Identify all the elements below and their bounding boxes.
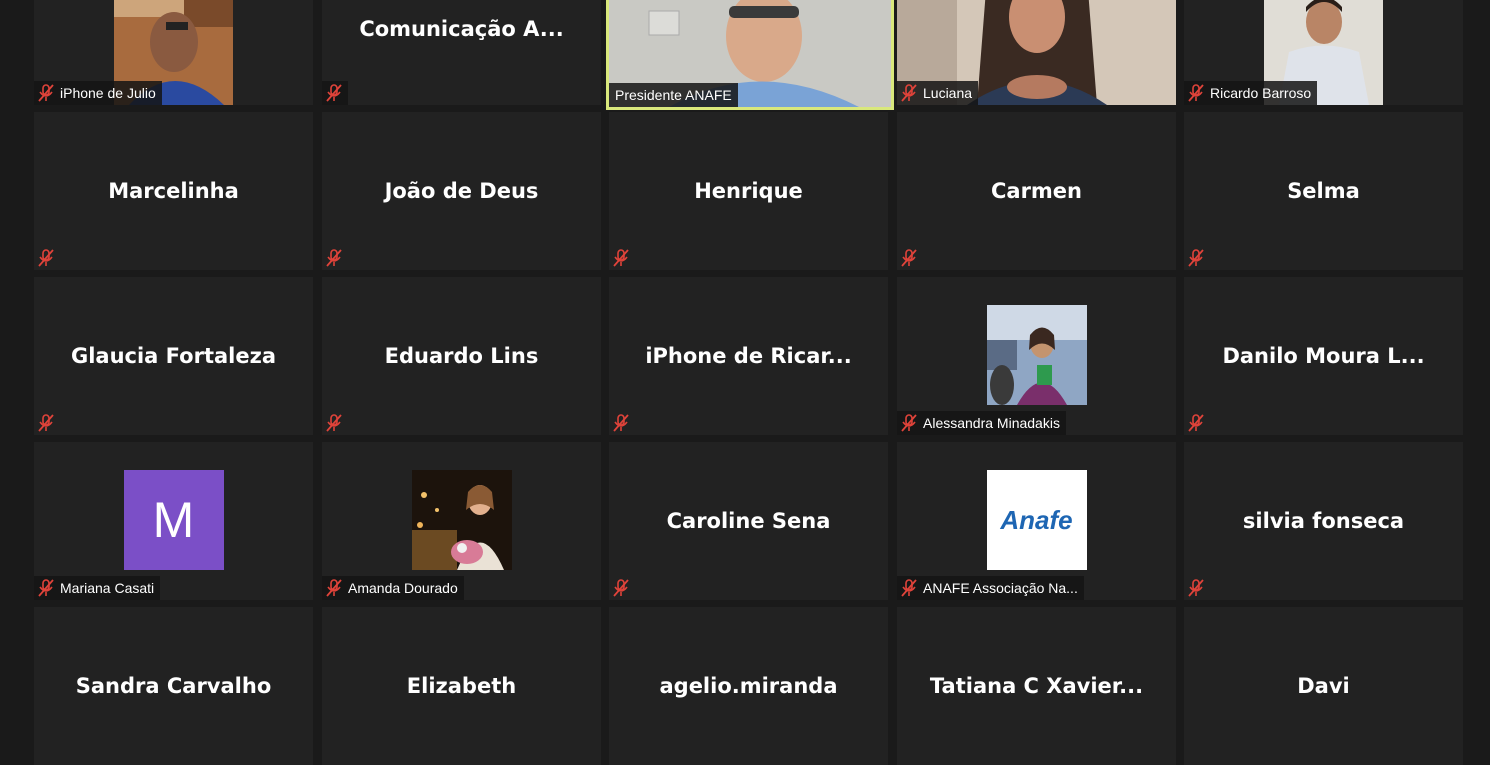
participant-name-label (34, 246, 60, 270)
participant-display-name: Comunicação A... (359, 17, 564, 41)
participant-display-name: João de Deus (384, 179, 539, 203)
participant-display-name: Glaucia Fortaleza (70, 344, 276, 368)
mic-muted-icon (613, 414, 629, 432)
participant-name-label: Ricardo Barroso (1184, 81, 1318, 105)
participant-name-label: Luciana (897, 81, 979, 105)
participant-tile[interactable]: iPhone de Julio (34, 0, 313, 105)
participant-name-label (322, 81, 348, 105)
participant-tile[interactable]: iPhone de Ricar... (609, 277, 888, 435)
participant-name-label: iPhone de Julio (34, 81, 162, 105)
participant-tile[interactable]: Elizabeth (322, 607, 601, 765)
participant-tile[interactable]: Selma (1184, 112, 1463, 270)
participant-tile[interactable]: Danilo Moura L... (1184, 277, 1463, 435)
profile-picture (411, 470, 512, 570)
mic-muted-icon (901, 579, 917, 597)
participant-display-name: Sandra Carvalho (75, 674, 272, 698)
participant-name-label (34, 411, 60, 435)
participant-name-label: Mariana Casati (34, 576, 161, 600)
participant-display-name: Elizabeth (406, 674, 517, 698)
mic-muted-icon (1188, 84, 1204, 102)
participant-tile[interactable]: Henrique (609, 112, 888, 270)
participant-tile[interactable]: Sandra Carvalho (34, 607, 313, 765)
mic-muted-icon (326, 579, 342, 597)
participant-name-label (1184, 411, 1210, 435)
participant-display-name: agelio.miranda (659, 674, 838, 698)
participant-tile[interactable]: Carmen (897, 112, 1176, 270)
profile-picture (986, 305, 1087, 405)
participant-name-label: Alessandra Minadakis (897, 411, 1066, 435)
mic-muted-icon (326, 84, 342, 102)
mic-muted-icon (38, 579, 54, 597)
mic-muted-icon (38, 84, 54, 102)
participant-name-label (1184, 576, 1210, 600)
participant-name-label (609, 411, 635, 435)
participant-name-label: Presidente ANAFE (609, 83, 738, 107)
mic-muted-icon (1188, 414, 1204, 432)
participant-name: Presidente ANAFE (615, 87, 732, 103)
mic-muted-icon (613, 249, 629, 267)
participant-name-label (322, 411, 348, 435)
participant-name: Ricardo Barroso (1210, 85, 1312, 101)
participant-display-name: Tatiana C Xavier... (929, 674, 1144, 698)
logo-text: Anafe (1000, 504, 1073, 535)
participant-name: ANAFE Associação Na... (923, 580, 1078, 596)
participant-name-label (609, 576, 635, 600)
mic-muted-icon (901, 84, 917, 102)
gallery-grid: iPhone de Julio Comunicação A... Preside… (0, 0, 1490, 765)
participant-name-label (897, 246, 923, 270)
avatar-letter: M (123, 470, 224, 570)
mic-muted-icon (38, 249, 54, 267)
participant-tile[interactable]: Glaucia Fortaleza (34, 277, 313, 435)
participant-name-label: Amanda Dourado (322, 576, 464, 600)
participant-tile[interactable]: Alessandra Minadakis (897, 277, 1176, 435)
participant-tile[interactable]: Eduardo Lins (322, 277, 601, 435)
mic-muted-icon (613, 579, 629, 597)
participant-tile[interactable]: Ricardo Barroso (1184, 0, 1463, 105)
mic-muted-icon (326, 249, 342, 267)
participant-display-name: Caroline Sena (666, 509, 831, 533)
participant-display-name: silvia fonseca (1242, 509, 1405, 533)
participant-tile[interactable]: Marcelinha (34, 112, 313, 270)
participant-tile[interactable]: João de Deus (322, 112, 601, 270)
participant-display-name: iPhone de Ricar... (645, 344, 852, 368)
participant-display-name: Eduardo Lins (384, 344, 539, 368)
participant-tile[interactable]: Anafe ANAFE Associação Na... (897, 442, 1176, 600)
participant-tile[interactable]: Tatiana C Xavier... (897, 607, 1176, 765)
participant-name: Amanda Dourado (348, 580, 458, 596)
participant-tile[interactable]: M Mariana Casati (34, 442, 313, 600)
mic-muted-icon (901, 249, 917, 267)
participant-tile[interactable]: silvia fonseca (1184, 442, 1463, 600)
participant-name: Luciana (923, 85, 973, 101)
participant-name-label: ANAFE Associação Na... (897, 576, 1084, 600)
participant-tile[interactable]: Davi (1184, 607, 1463, 765)
participant-name: Mariana Casati (60, 580, 155, 596)
participant-name: iPhone de Julio (60, 85, 156, 101)
mic-muted-icon (326, 414, 342, 432)
participant-display-name: Henrique (694, 179, 803, 203)
mic-muted-icon (901, 414, 917, 432)
mic-muted-icon (1188, 579, 1204, 597)
participant-name-label (1184, 246, 1210, 270)
participant-display-name: Carmen (990, 179, 1082, 203)
participant-display-name: Danilo Moura L... (1222, 344, 1425, 368)
participant-display-name: Davi (1297, 674, 1350, 698)
participant-display-name: Marcelinha (108, 179, 239, 203)
participant-name: Alessandra Minadakis (923, 415, 1060, 431)
anafe-logo: Anafe (986, 470, 1087, 570)
participant-tile[interactable]: Caroline Sena (609, 442, 888, 600)
active-speaker-tile[interactable]: Presidente ANAFE (606, 0, 894, 110)
participant-name-label (322, 246, 348, 270)
participant-tile[interactable]: Luciana (897, 0, 1176, 105)
mic-muted-icon (38, 414, 54, 432)
mic-muted-icon (1188, 249, 1204, 267)
participant-tile[interactable]: Amanda Dourado (322, 442, 601, 600)
participant-display-name: Selma (1287, 179, 1360, 203)
participant-tile[interactable]: Comunicação A... (322, 0, 601, 105)
participant-tile[interactable]: agelio.miranda (609, 607, 888, 765)
participant-name-label (609, 246, 635, 270)
